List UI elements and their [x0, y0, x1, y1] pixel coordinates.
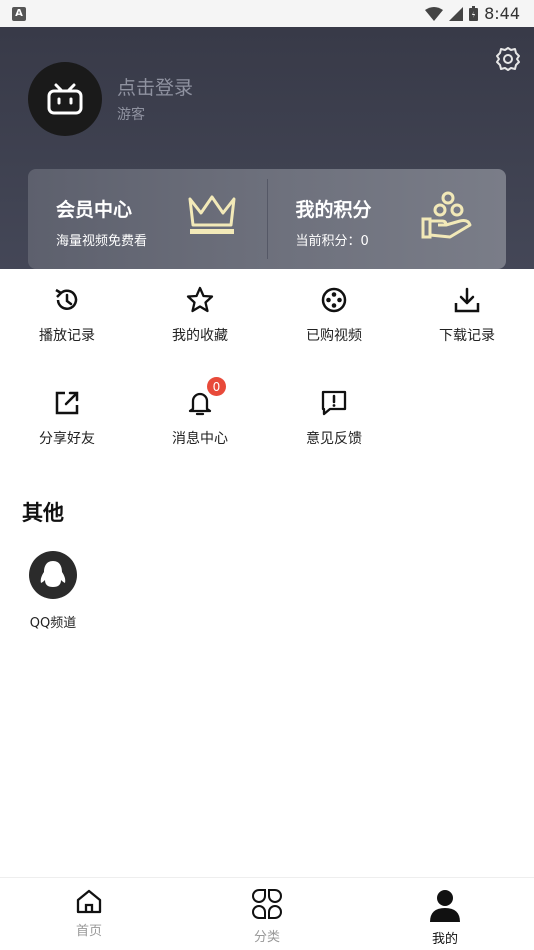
download-history-label: 下载记录 [439, 328, 495, 344]
favorites-item[interactable]: 我的收藏 [133, 285, 267, 345]
download-history-item[interactable]: 下载记录 [400, 285, 534, 345]
wifi-icon [425, 6, 444, 21]
status-bar: A 8:44 [0, 0, 534, 27]
battery-icon [469, 6, 479, 21]
profile-header: 点击登录 游客 会员中心 海量视频免费看 我的积分 当前积分：0 [0, 27, 534, 269]
my-points-subtitle: 当前积分：0 [295, 234, 369, 249]
my-points-card[interactable]: 我的积分 当前积分：0 [268, 169, 507, 269]
purchased-videos-label: 已购视频 [306, 328, 362, 344]
star-icon [186, 286, 214, 313]
user-icon [430, 890, 460, 922]
avatar[interactable] [28, 62, 102, 136]
share-friends-item[interactable]: 分享好友 [0, 388, 134, 448]
my-points-title: 我的积分 [295, 199, 372, 221]
film-reel-icon [321, 287, 347, 313]
feedback-label: 意见反馈 [306, 431, 362, 447]
feature-row: 播放记录 我的收藏 已购视频 下载记录 [0, 285, 534, 365]
tab-category[interactable]: 分类 [178, 878, 356, 950]
play-history-label: 播放记录 [39, 328, 95, 344]
qq-icon [40, 561, 66, 587]
tab-mine[interactable]: 我的 [356, 878, 534, 950]
bottom-tab-bar: 首页 分类 我的 [0, 877, 534, 950]
tv-logo-icon [47, 83, 83, 115]
tab-home[interactable]: 首页 [0, 878, 178, 950]
feedback-item[interactable]: 意见反馈 [267, 388, 401, 448]
message-center-item[interactable]: 0 消息中心 [133, 377, 267, 448]
feedback-icon [321, 390, 347, 416]
message-badge: 0 [207, 377, 226, 396]
tab-mine-label: 我的 [431, 932, 458, 947]
crown-icon [188, 195, 235, 234]
tab-category-label: 分类 [253, 930, 280, 945]
qq-channel-item[interactable]: QQ频道 [22, 551, 84, 631]
purchased-videos-item[interactable]: 已购视频 [267, 285, 401, 345]
category-icon [252, 889, 282, 919]
favorites-label: 我的收藏 [172, 328, 228, 344]
user-type-label: 游客 [117, 107, 145, 123]
clock: 8:44 [484, 4, 520, 23]
download-icon [454, 287, 480, 313]
vip-center-card[interactable]: 会员中心 海量视频免费看 [28, 169, 267, 269]
qq-channel-label: QQ频道 [29, 616, 77, 631]
history-icon [55, 288, 78, 310]
message-center-label: 消息中心 [172, 431, 228, 447]
membership-cards: 会员中心 海量视频免费看 我的积分 当前积分：0 [28, 169, 506, 269]
vip-center-title: 会员中心 [56, 199, 133, 221]
tab-home-label: 首页 [75, 924, 102, 939]
feature-row: 分享好友 0 消息中心 意见反馈 [0, 377, 534, 468]
play-history-item[interactable]: 播放记录 [0, 285, 134, 345]
points-hand-icon [421, 191, 472, 239]
signal-icon [449, 6, 464, 21]
share-friends-label: 分享好友 [39, 431, 95, 447]
settings-gear-icon[interactable] [494, 45, 522, 73]
home-icon [76, 889, 102, 914]
other-section-title: 其他 [22, 501, 64, 525]
notification-icon: A [12, 6, 26, 21]
login-link[interactable]: 点击登录 [117, 73, 193, 100]
vip-center-subtitle: 海量视频免费看 [56, 234, 148, 249]
share-icon [55, 391, 79, 415]
